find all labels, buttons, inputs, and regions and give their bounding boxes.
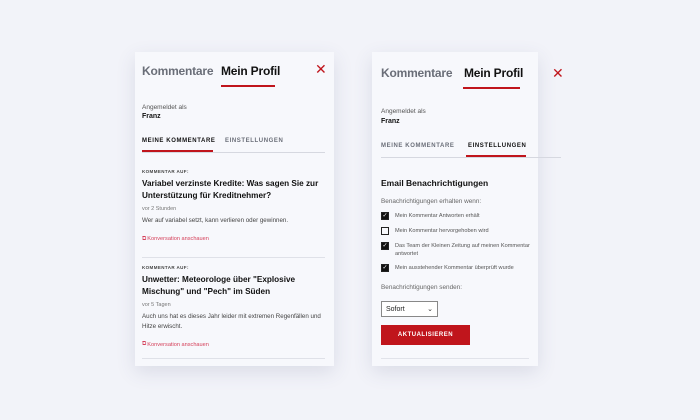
option-replies[interactable]: ✓ Mein Kommentar Antworten erhält (381, 212, 531, 220)
view-conversation-link[interactable]: ⧉ Konversation anschauen (142, 341, 325, 348)
checkbox-checked[interactable]: ✓ (381, 264, 389, 272)
view-conversation-label: Konversation anschauen (147, 341, 209, 348)
username: Franz (142, 113, 161, 120)
send-frequency-value: Sofort (386, 305, 405, 313)
comment-item: KOMMENTAR AUF: Unwetter: Meteorologe übe… (142, 265, 325, 348)
tab-kommentare[interactable]: Kommentare (142, 64, 214, 78)
comment-item: KOMMENTAR AUF: Variabel verzinste Kredit… (142, 169, 325, 243)
subtab-einstellungen[interactable]: EINSTELLUNGEN (468, 143, 526, 149)
send-label: Benachrichtigungen senden: (381, 284, 463, 291)
checkbox-unchecked[interactable] (381, 227, 389, 235)
panel-tabs: Kommentare Mein Profil (381, 66, 531, 90)
option-team-reply[interactable]: ✓ Das Team der Kleinen Zeitung auf meine… (381, 242, 531, 258)
comment-text: Auch uns hat es dieses Jahr leider mit e… (142, 313, 321, 330)
view-conversation-link[interactable]: ⧉ Konversation anschauen (142, 236, 325, 243)
external-link-icon: ⧉ (142, 235, 147, 242)
checkbox-checked[interactable]: ✓ (381, 212, 389, 220)
panel-tabs: Kommentare Mein Profil (142, 64, 327, 88)
comment-kicker: KOMMENTAR AUF: (142, 265, 189, 270)
receive-label: Benachrichtigungen erhalten wenn: (381, 198, 482, 205)
comment-timestamp: vor 2 Stunden (142, 206, 177, 212)
comment-timestamp: vor 5 Tagen (142, 302, 171, 308)
section-title: Email Benachrichtigungen (381, 178, 489, 188)
username: Franz (381, 118, 400, 125)
close-icon[interactable]: ✕ (552, 66, 564, 80)
subtab-meine-kommentare[interactable]: MEINE KOMMENTARE (381, 143, 455, 149)
subtabs-divider (142, 152, 325, 153)
update-button[interactable]: AKTUALISIEREN (381, 325, 470, 345)
option-reviewed[interactable]: ✓ Mein ausstehender Kommentar überprüft … (381, 264, 531, 272)
comment-kicker: KOMMENTAR AUF: (142, 169, 189, 174)
chevron-down-icon: ⌄ (427, 306, 433, 313)
comment-text: Wer auf variabel setzt, kann verlieren o… (142, 217, 289, 224)
view-conversation-label: Konversation anschauen (147, 236, 209, 242)
comment-article-title[interactable]: Variabel verzinste Kredite: Was sagen Si… (142, 178, 325, 201)
comment-article-title[interactable]: Unwetter: Meteorologe über "Explosive Mi… (142, 274, 325, 297)
active-tab-indicator (463, 87, 520, 89)
comment-divider (142, 257, 325, 258)
send-frequency-select[interactable]: Sofort ⌄ (381, 301, 438, 317)
external-link-icon: ⧉ (142, 341, 147, 347)
close-icon[interactable]: ✕ (315, 62, 327, 76)
option-label: Mein Kommentar Antworten erhält (395, 213, 480, 219)
bottom-divider (381, 358, 529, 359)
option-label: Das Team der Kleinen Zeitung auf meinen … (395, 243, 530, 257)
active-tab-indicator (221, 85, 275, 87)
checkbox-checked[interactable]: ✓ (381, 242, 389, 250)
option-label: Mein ausstehender Kommentar überprüft wu… (395, 265, 514, 271)
option-highlighted[interactable]: Mein Kommentar hervorgehoben wird (381, 227, 531, 235)
tab-kommentare[interactable]: Kommentare (381, 66, 453, 80)
subtab-einstellungen[interactable]: EINSTELLUNGEN (225, 138, 283, 144)
logged-in-label: Angemeldet als (381, 108, 426, 115)
logged-in-label: Angemeldet als (142, 104, 187, 111)
tab-mein-profil[interactable]: Mein Profil (464, 66, 523, 80)
settings-panel: Kommentare Mein Profil ✕ Angemeldet als … (372, 52, 564, 366)
tab-mein-profil[interactable]: Mein Profil (221, 64, 280, 78)
subtab-meine-kommentare[interactable]: MEINE KOMMENTARE (142, 138, 216, 144)
comments-panel: Kommentare Mein Profil ✕ Angemeldet als … (135, 52, 334, 366)
option-label: Mein Kommentar hervorgehoben wird (395, 228, 489, 234)
subtabs-divider (381, 157, 561, 158)
comment-divider (142, 358, 325, 359)
